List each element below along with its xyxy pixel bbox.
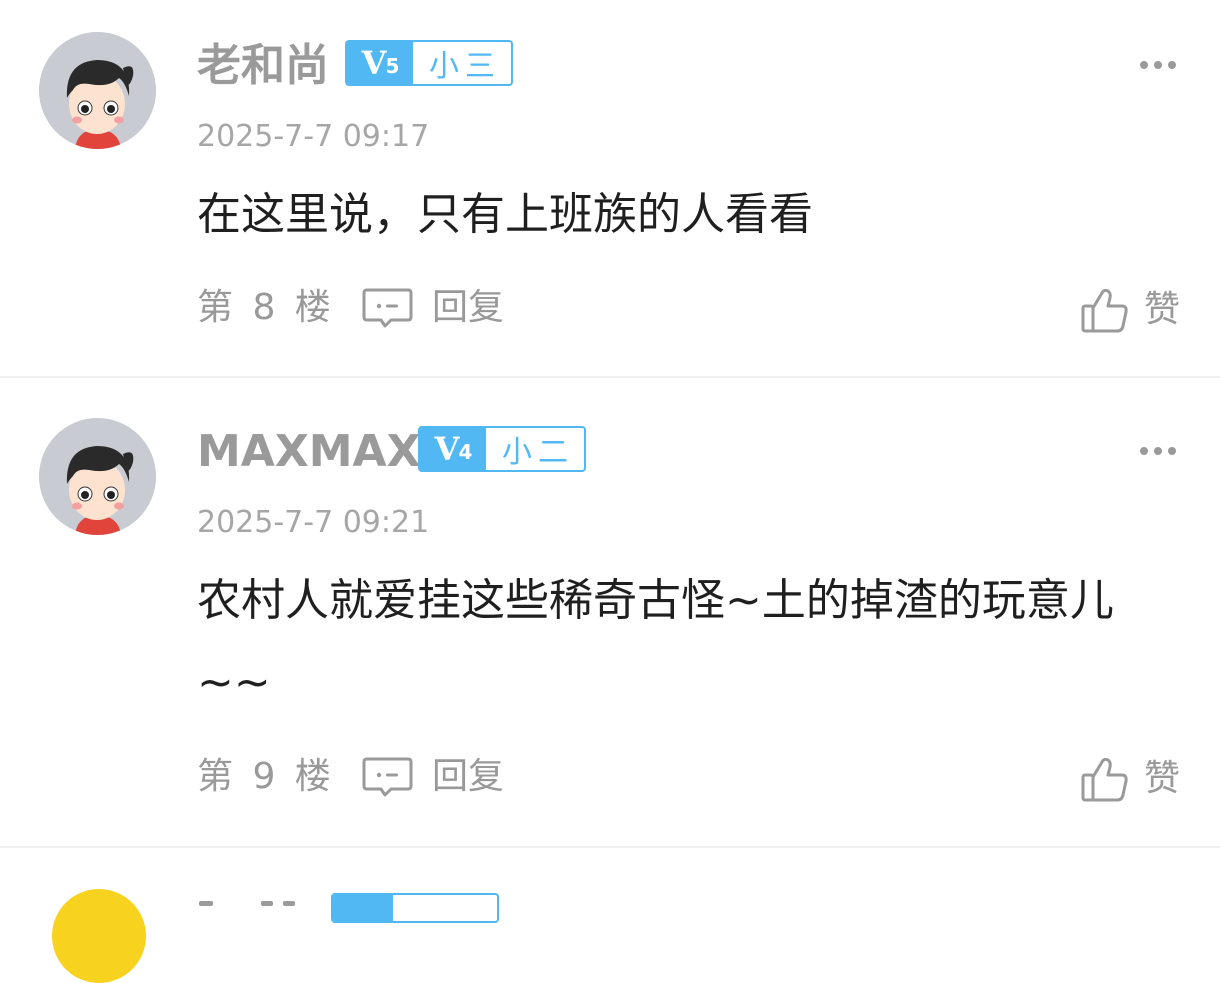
username[interactable]: MAXMAX xyxy=(197,424,421,480)
divider xyxy=(0,376,1220,378)
divider xyxy=(0,846,1220,848)
comment-text: 农村人就爱挂这些稀奇古怪~土的掉渣的玩意儿~~ xyxy=(197,575,1114,708)
level-badge-value: V5 xyxy=(347,42,413,84)
like-label: 赞 xyxy=(1144,289,1181,330)
reply-label: 回复 xyxy=(432,287,505,328)
reply-button[interactable]: 回复 xyxy=(361,285,504,331)
avatar[interactable] xyxy=(39,418,156,535)
avatar[interactable] xyxy=(52,889,146,983)
more-dots-icon xyxy=(1140,447,1148,455)
reply-label: 回复 xyxy=(432,756,505,797)
username[interactable]: 老和尚 xyxy=(197,38,329,94)
more-button[interactable] xyxy=(1140,446,1176,456)
rank-label: 小二 xyxy=(502,435,574,470)
level-badge: V4 小二 xyxy=(418,426,586,472)
username[interactable] xyxy=(197,893,307,906)
rank-label: 小三 xyxy=(429,49,501,84)
more-button[interactable] xyxy=(1140,60,1176,70)
timestamp: 2025-7-7 09:21 xyxy=(197,505,430,540)
cartoon-avatar-icon xyxy=(39,32,156,149)
level-badge xyxy=(331,893,499,923)
level-badge-value: V4 xyxy=(420,428,486,470)
comment-text: 在这里说，只有上班族的人看看 xyxy=(197,189,813,240)
more-dots-icon xyxy=(1140,61,1148,69)
like-button[interactable]: 赞 xyxy=(1080,754,1180,804)
avatar[interactable] xyxy=(39,32,156,149)
timestamp: 2025-7-7 09:17 xyxy=(197,119,430,154)
cartoon-avatar-icon xyxy=(39,418,156,535)
comment-bubble-icon xyxy=(362,288,413,328)
thumbs-up-icon xyxy=(1081,288,1128,333)
level-badge: V5 小三 xyxy=(345,40,513,86)
like-button[interactable]: 赞 xyxy=(1080,285,1180,335)
reply-button[interactable]: 回复 xyxy=(361,754,504,800)
like-label: 赞 xyxy=(1144,758,1181,799)
thumbs-up-icon xyxy=(1081,757,1128,802)
floor-number: 第 9 楼 xyxy=(197,756,331,797)
comment-bubble-icon xyxy=(362,757,413,797)
floor-number: 第 8 楼 xyxy=(197,287,331,328)
